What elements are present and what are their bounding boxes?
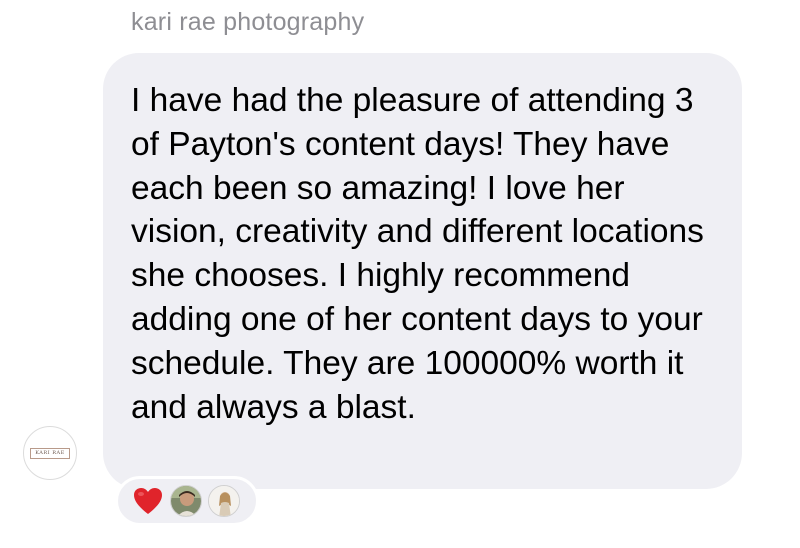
message-text: I have had the pleasure of attending 3 o… xyxy=(131,82,704,426)
sender-name: kari rae photography xyxy=(131,8,365,36)
reactor-avatar-1[interactable] xyxy=(170,485,202,517)
reactor-avatar-2[interactable] xyxy=(208,485,240,517)
heart-icon xyxy=(132,486,164,516)
reactions-pill[interactable] xyxy=(115,476,259,526)
sender-avatar[interactable]: KARI RAE xyxy=(23,426,77,480)
avatar-logo: KARI RAE xyxy=(30,447,70,459)
message-bubble[interactable]: I have had the pleasure of attending 3 o… xyxy=(103,53,742,489)
